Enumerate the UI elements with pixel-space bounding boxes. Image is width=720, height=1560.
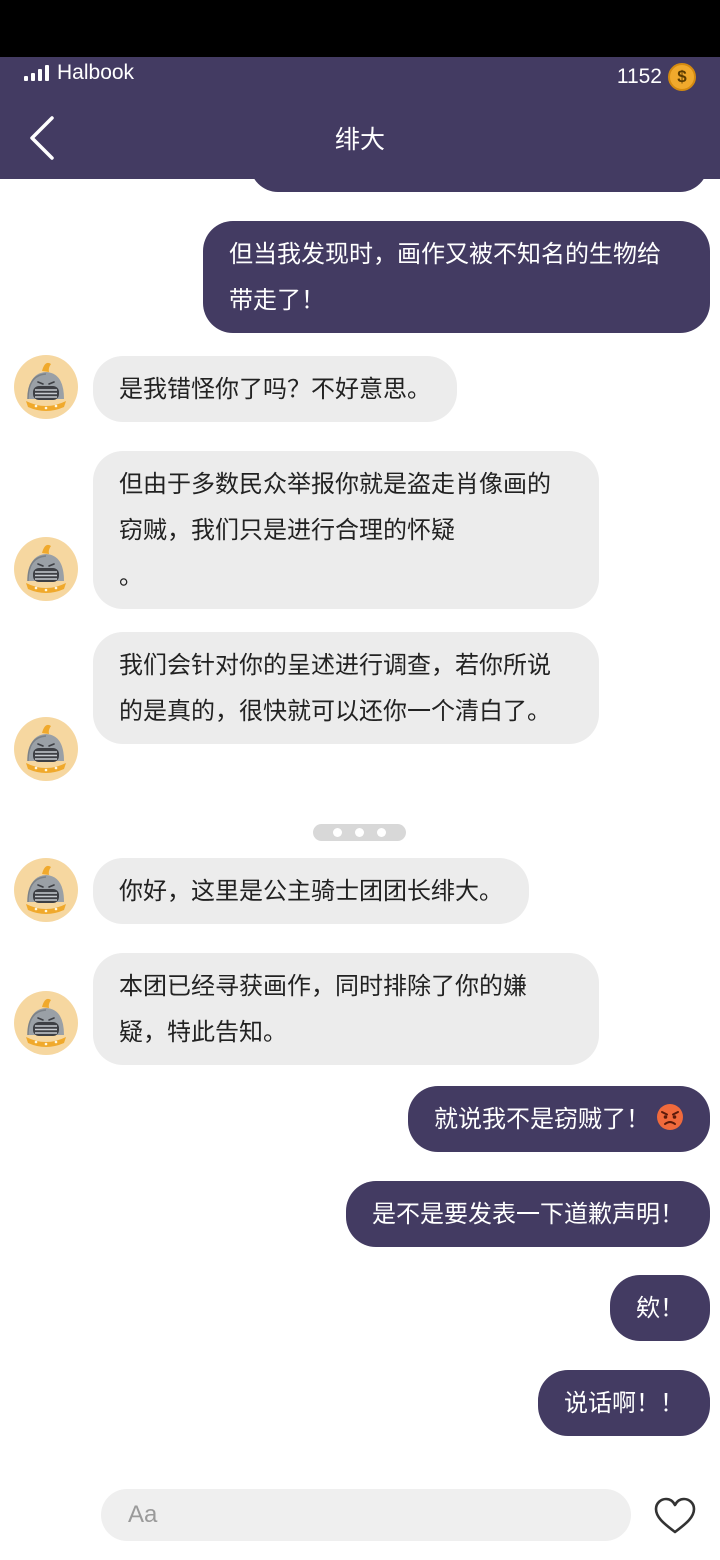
message-input[interactable]: Aa [101,1489,631,1541]
message-bubble-incoming: 但由于多数民众举报你就是盗走肖像画的窃贼，我们只是进行合理的怀疑 。 [93,451,599,609]
message-bubble-incoming: 本团已经寻获画作，同时排除了你的嫌疑，特此告知。 [93,953,599,1065]
message-text: 就说我不是窃贼了！ [434,1105,650,1133]
message-bubble-incoming: 你好，这里是公主骑士团团长绯大。 [93,858,529,924]
heart-icon[interactable] [653,1496,697,1536]
message-bubble-outgoing: 就说我不是窃贼了！ [408,1086,710,1152]
message-bubble-outgoing: 但当我发现时，画作又被不知名的生物给带走了！ [203,221,710,333]
knight-avatar-icon[interactable] [14,858,78,922]
status-carrier: Halbook [24,61,134,85]
message-bubble-outgoing-partial [250,179,708,192]
coin-count: 1152 [616,65,662,88]
carrier-name: Halbook [57,61,135,84]
message-bubble-outgoing: 说话啊！！ [538,1370,710,1436]
knight-avatar-icon[interactable] [14,991,78,1055]
system-top-bar [0,0,720,57]
angry-face-icon [657,1104,683,1130]
knight-avatar-icon[interactable] [14,355,78,419]
coin-balance: 1152 $ [617,63,696,91]
message-bubble-outgoing: 欸！ [610,1275,710,1341]
knight-avatar-icon[interactable] [14,537,78,601]
typing-indicator [313,824,406,841]
signal-icon [24,65,49,81]
message-bubble-incoming: 我们会针对你的呈述进行调查，若你所说的是真的，很快就可以还你一个清白了。 [93,632,599,744]
message-bubble-incoming: 是我错怪你了吗？不好意思。 [93,356,457,422]
page-title: 绯大 [334,125,385,154]
knight-avatar-icon[interactable] [14,717,78,781]
message-bubble-outgoing: 是不是要发表一下道歉声明！ [346,1181,710,1247]
chat-thread[interactable]: 但当我发现时，画作又被不知名的生物给带走了！ 是我错怪你了吗？不好意思。 但由于… [0,179,720,1469]
coin-icon: $ [668,63,696,91]
input-placeholder: Aa [128,1501,158,1528]
